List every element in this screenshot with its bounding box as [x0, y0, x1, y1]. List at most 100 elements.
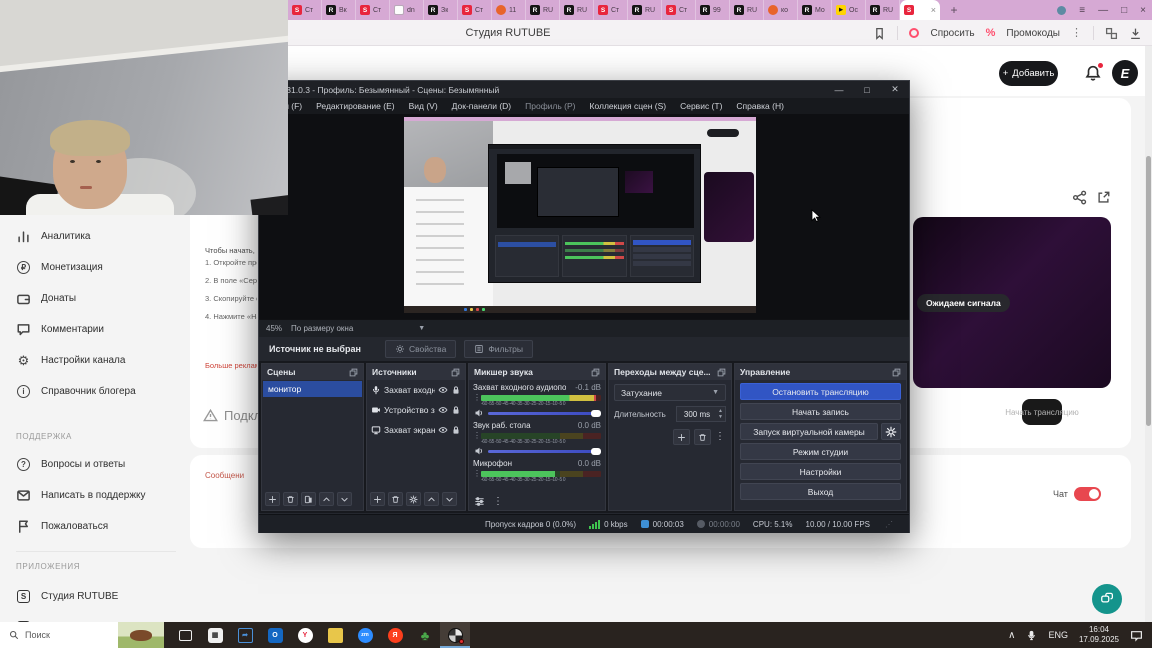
gearS-button[interactable]	[406, 492, 421, 506]
browser-tab[interactable]: S Ст	[662, 0, 696, 20]
taskbar-icon-tree[interactable]: ♣	[410, 622, 440, 648]
tray-chevron-icon[interactable]: ∧	[1008, 630, 1015, 641]
browser-tab[interactable]: S ×	[900, 0, 940, 20]
extensions-icon[interactable]	[1105, 27, 1118, 40]
popout-icon[interactable]	[349, 368, 358, 377]
plus-button[interactable]	[370, 492, 385, 506]
taskbar-clock[interactable]: 16:04 17.09.2025	[1079, 625, 1119, 645]
obs-menu-item[interactable]: Сервис (T)	[673, 101, 729, 111]
browser-tab[interactable]: ▶ Ос	[832, 0, 866, 20]
eye-icon[interactable]	[438, 405, 448, 415]
control-button[interactable]: Запуск виртуальной камеры	[740, 423, 878, 440]
source-item-camera[interactable]: Устройство за	[367, 400, 465, 420]
browser-tab[interactable]: R Вк	[322, 0, 356, 20]
taskbar-icon-obs[interactable]	[440, 622, 470, 648]
volume-slider[interactable]	[488, 409, 601, 417]
spin-down-icon[interactable]: ▼	[718, 415, 723, 420]
taskbar-icon-outlook[interactable]: O	[260, 622, 290, 648]
sidebar-item-flag[interactable]: Пожаловаться	[16, 516, 186, 536]
chat-toggle[interactable]	[1074, 487, 1101, 501]
taskbar-icon-yandex-browser[interactable]: Y	[290, 622, 320, 648]
browser-tab[interactable]: R RU	[526, 0, 560, 20]
taskbar-icon-folder[interactable]	[320, 622, 350, 648]
dots-menu-icon[interactable]: ⋮	[715, 432, 725, 442]
close-icon[interactable]: ×	[1140, 5, 1146, 16]
sidebar-item-analytics[interactable]: Аналитика	[16, 226, 186, 246]
source-item-mic[interactable]: Захват входно	[367, 380, 465, 400]
share-icon[interactable]	[1072, 190, 1087, 205]
resize-grip[interactable]: ⋰	[885, 520, 893, 529]
close-icon[interactable]: ✕	[881, 81, 909, 98]
support-chat-fab[interactable]	[1092, 584, 1122, 614]
control-button[interactable]: Остановить трансляцию	[740, 383, 901, 400]
browser-tab[interactable]: R Зк	[424, 0, 458, 20]
advanced-audio-icon[interactable]	[474, 496, 485, 507]
browser-tab[interactable]: S Ст	[458, 0, 492, 20]
ask-button[interactable]: Спросить	[930, 28, 974, 39]
obs-menu-item[interactable]: Профиль (P)	[518, 101, 582, 111]
user-avatar[interactable]: E	[1112, 60, 1138, 86]
obs-menu-item[interactable]: Вид (V)	[402, 101, 445, 111]
taskbar-icon-store[interactable]: ▦	[200, 622, 230, 648]
tab-close-icon[interactable]: ×	[931, 5, 936, 15]
taskbar-icon-task-view[interactable]	[170, 622, 200, 648]
sidebar-item-studio[interactable]: S Студия RUTUBE	[16, 586, 186, 606]
popout-icon[interactable]	[892, 368, 901, 377]
restore-icon[interactable]: □	[1121, 5, 1127, 16]
browser-tab[interactable]: R RU	[730, 0, 764, 20]
sidebar-item-info[interactable]: i Справочник блогера	[16, 381, 186, 401]
browser-tab[interactable]: R RU	[866, 0, 900, 20]
lock-icon[interactable]	[451, 425, 461, 435]
open-external-icon[interactable]	[1096, 190, 1111, 205]
browser-tab[interactable]: ко	[764, 0, 798, 20]
control-button[interactable]: Режим студии	[740, 443, 901, 460]
tray-mic-icon[interactable]	[1026, 630, 1037, 641]
browser-tab[interactable]: dn	[390, 0, 424, 20]
lock-icon[interactable]	[451, 385, 461, 395]
taskbar-search[interactable]: Поиск	[0, 622, 118, 648]
lock-icon[interactable]	[451, 405, 461, 415]
sidebar-item-ruble[interactable]: ₽ Монетизация	[16, 257, 186, 277]
eye-icon[interactable]	[438, 425, 448, 435]
obs-menu-item[interactable]: Редактирование (E)	[309, 101, 401, 111]
popout-icon[interactable]	[717, 368, 726, 377]
minimize-icon[interactable]: —	[825, 81, 853, 98]
up-button[interactable]	[319, 492, 334, 506]
ask-icon[interactable]	[909, 28, 920, 38]
copy-button[interactable]	[301, 492, 316, 506]
notifications-bell-icon[interactable]	[1084, 63, 1103, 82]
source-item-display[interactable]: Захват экрана	[367, 420, 465, 440]
control-button[interactable]: Начать запись	[740, 403, 901, 420]
trash-button[interactable]	[388, 492, 403, 506]
obs-menu-item[interactable]: Коллекция сцен (S)	[583, 101, 674, 111]
page-scrollbar[interactable]	[1145, 46, 1152, 622]
obs-preview-area[interactable]	[259, 114, 909, 319]
plus-button[interactable]	[673, 429, 690, 445]
more-icon[interactable]: ⋮	[1071, 27, 1082, 39]
trash-button[interactable]	[694, 429, 711, 445]
volume-slider[interactable]	[488, 447, 601, 455]
control-button[interactable]: Выход	[740, 483, 901, 500]
more-link[interactable]: Больше реклам	[205, 361, 257, 370]
obs-menu-item[interactable]: Док-панели (D)	[445, 101, 518, 111]
news-widget-thumbnail[interactable]	[118, 622, 164, 648]
duration-spinner[interactable]: 300 ms ▲ ▼	[676, 406, 726, 422]
down-button[interactable]	[337, 492, 352, 506]
browser-tab[interactable]: R 99	[696, 0, 730, 20]
plus-button[interactable]	[265, 492, 280, 506]
scrollbar-thumb[interactable]	[1146, 156, 1151, 426]
trash-button[interactable]	[283, 492, 298, 506]
obs-title-bar[interactable]: OBS 31.0.3 - Профиль: Безымянный - Сцены…	[259, 81, 909, 98]
browser-tab[interactable]: S Ст	[594, 0, 628, 20]
promo-button[interactable]: Промокоды	[1006, 28, 1060, 39]
sidebar-item-question[interactable]: ? Вопросы и ответы	[16, 454, 186, 474]
browser-tab[interactable]: S Ст	[288, 0, 322, 20]
transition-type-dropdown[interactable]: Затухание ▼	[614, 384, 726, 401]
scene-item[interactable]: монитор	[263, 381, 362, 397]
browser-menu-icon[interactable]: ≡	[1079, 5, 1085, 16]
language-indicator[interactable]: ENG	[1048, 630, 1068, 640]
properties-button[interactable]: Свойства	[385, 340, 457, 358]
popout-icon[interactable]	[591, 368, 600, 377]
browser-tab[interactable]: R Мо	[798, 0, 832, 20]
dots-menu-icon[interactable]: ⋮	[493, 496, 503, 507]
